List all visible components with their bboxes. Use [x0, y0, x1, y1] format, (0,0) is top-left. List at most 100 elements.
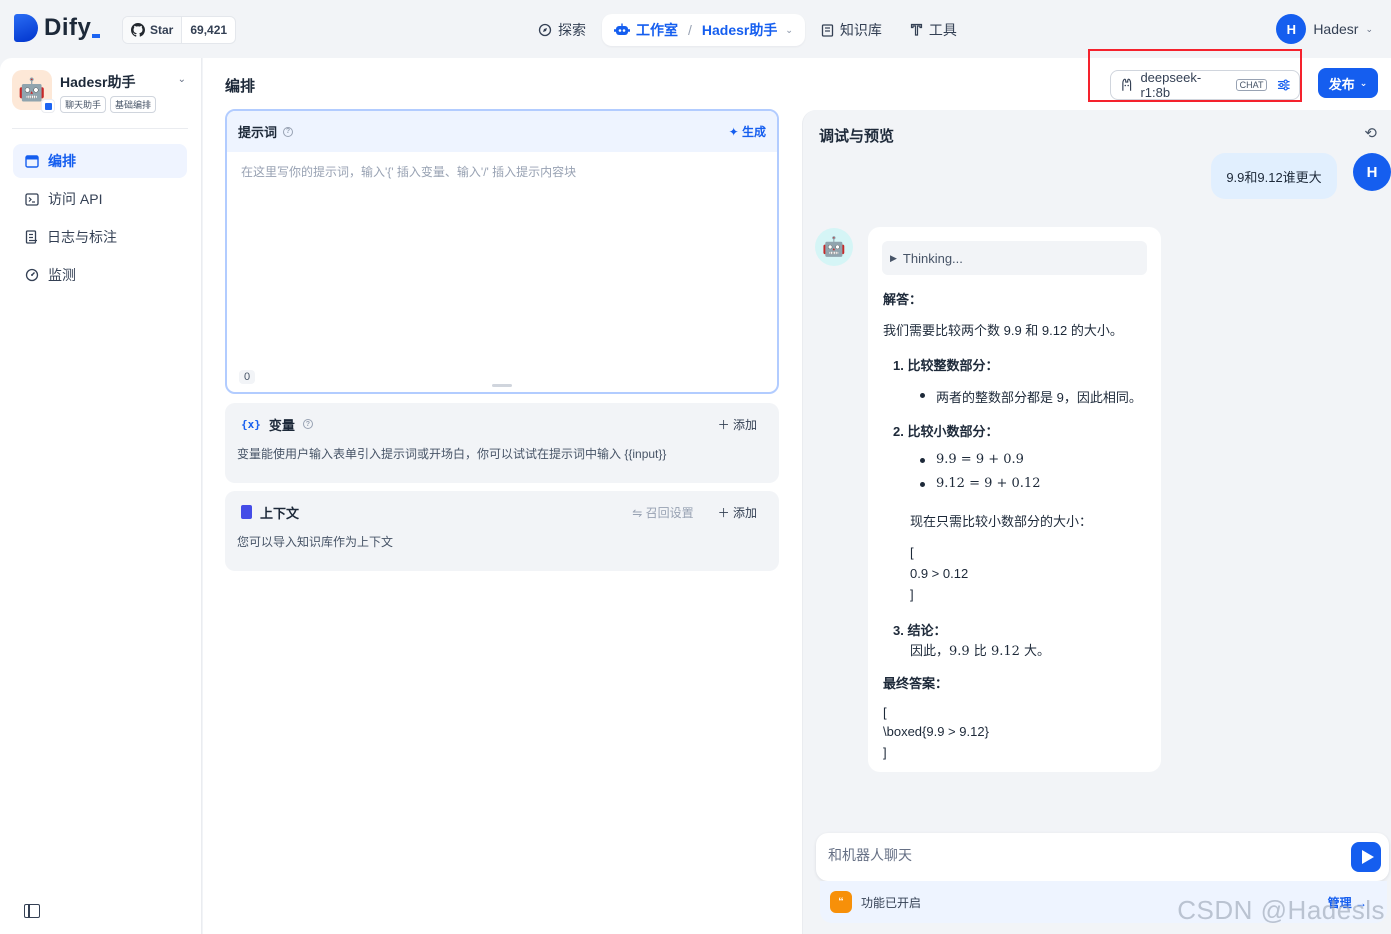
- publish-label: 发布: [1328, 76, 1355, 92]
- final-expression: \boxed{9.9 > 9.12}: [883, 724, 989, 739]
- publish-button[interactable]: 发布 ⌄: [1318, 68, 1378, 98]
- sidebar-menu: 编排 访问 API 日志与标注 监测: [13, 144, 187, 296]
- context-title: 上下文: [241, 503, 299, 522]
- context-card: 上下文 ⇋ 召回设置 ＋ 添加 您可以导入知识库作为上下文: [225, 491, 779, 571]
- variables-card: {x} 变量 ? ＋ 添加 变量能使用户输入表单引入提示词或开场白，你可以试试在…: [225, 403, 779, 483]
- nav-explore[interactable]: 探索: [526, 14, 598, 46]
- retrieval-settings-button[interactable]: ⇋ 召回设置: [632, 504, 693, 521]
- chat-type-icon: [41, 99, 55, 113]
- user-avatar: H: [1353, 153, 1391, 191]
- step1-title: 1. 比较整数部分：: [893, 358, 999, 373]
- compass-icon: [538, 23, 552, 37]
- step3-title: 3. 结论：: [893, 623, 947, 638]
- document-icon: [25, 230, 37, 244]
- bracket-close: ]: [910, 587, 914, 602]
- variables-header: {x} 变量 ? ＋ 添加: [225, 403, 779, 445]
- user-name: Hadesr: [1313, 21, 1359, 37]
- sidebar-item-orchestrate[interactable]: 编排: [13, 144, 187, 178]
- variables-description: 变量能使用户输入表单引入提示词或开场白，你可以试试在提示词中输入 {{input…: [237, 447, 667, 461]
- variables-title: {x} 变量 ?: [241, 415, 313, 434]
- user-avatar[interactable]: H: [1276, 14, 1307, 44]
- robot-icon: [614, 23, 630, 35]
- help-icon[interactable]: ?: [283, 126, 294, 137]
- watermark: CSDN @Hadesls: [1177, 895, 1385, 925]
- bracket-close: ]: [883, 745, 887, 760]
- variable-icon: {x}: [241, 417, 261, 431]
- nav-explore-label: 探索: [558, 22, 586, 38]
- plus-icon: ＋: [717, 417, 733, 432]
- final-title: 最终答案：: [883, 676, 949, 691]
- github-star-count[interactable]: 69,421: [182, 17, 235, 43]
- nav-knowledge[interactable]: 知识库: [809, 14, 894, 46]
- refresh-icon[interactable]: ⟲: [1364, 124, 1377, 142]
- divider: [12, 128, 188, 129]
- bullet-dot: [920, 458, 925, 463]
- chevron-down-icon: ⌄: [1365, 23, 1373, 34]
- resize-handle[interactable]: [492, 384, 512, 387]
- dify-logo-mark: [14, 14, 38, 42]
- dify-logo[interactable]: Dify: [14, 14, 101, 42]
- help-icon[interactable]: ?: [302, 419, 313, 429]
- step3-text: 因此，9.9 比 9.12 大。: [910, 644, 1051, 659]
- context-header: 上下文 ⇋ 召回设置 ＋ 添加: [225, 491, 779, 533]
- github-star-label: Star: [150, 23, 174, 37]
- prompt-input[interactable]: 在这里写你的提示词，输入'{' 插入变量、输入'/' 插入提示内容块: [227, 152, 777, 191]
- chat-input[interactable]: [828, 847, 1328, 863]
- thinking-label: Thinking...: [902, 250, 963, 266]
- context-title-label: 上下文: [260, 505, 300, 521]
- sidebar-item-label: 监测: [48, 267, 76, 283]
- robot-emoji-icon: 🤖: [822, 237, 846, 258]
- sidebar-item-monitor[interactable]: 监测: [13, 258, 187, 292]
- add-variable-button[interactable]: ＋ 添加: [718, 416, 757, 433]
- nav-current-app[interactable]: Hadesr助手: [702, 20, 777, 40]
- send-button[interactable]: [1351, 842, 1381, 872]
- chat-input-box: [816, 833, 1389, 881]
- annotation-highlight-box: [1088, 49, 1302, 102]
- add-label: 添加: [732, 505, 757, 520]
- add-label: 添加: [732, 417, 757, 432]
- sidebar-collapse-icon[interactable]: [24, 904, 40, 918]
- preview-title: 调试与预览: [819, 128, 895, 145]
- caret-right-icon: ▶: [890, 252, 897, 263]
- nav-separator: /: [688, 22, 692, 38]
- sidebar-item-api[interactable]: 访问 API: [13, 182, 187, 216]
- plus-icon: ＋: [717, 505, 733, 520]
- variables-actions: ＋ 添加: [718, 416, 757, 433]
- logo-text: Dify: [44, 14, 92, 41]
- github-star-widget[interactable]: Star 69,421: [122, 16, 237, 44]
- document-icon: [241, 505, 252, 519]
- prompt-title: 提示词 ?: [238, 122, 294, 141]
- bullet-dot: [920, 393, 925, 398]
- add-context-button[interactable]: ＋ 添加: [718, 504, 757, 521]
- feature-label: 功能已开启: [861, 895, 922, 910]
- step1-bullet: 两者的整数部分都是 9，因此相同。: [936, 390, 1142, 405]
- variables-title-label: 变量: [268, 417, 295, 433]
- book-icon: [821, 23, 834, 37]
- nav-tools[interactable]: 工具: [898, 14, 969, 46]
- user-menu[interactable]: H Hadesr ⌄: [1276, 14, 1373, 44]
- step2-bullet: 9.12 = 9 + 0.12: [936, 476, 1041, 491]
- prompt-editor-card[interactable]: 提示词 ? ✦ 生成 在这里写你的提示词，输入'{' 插入变量、输入'/' 插入…: [225, 109, 779, 394]
- prompt-header: 提示词 ? ✦ 生成: [227, 111, 777, 152]
- thinking-toggle[interactable]: ▶ Thinking...: [882, 241, 1147, 275]
- page-title: 编排: [225, 78, 256, 95]
- bot-answer: ▶ Thinking... 解答： 我们需要比较两个数 9.9 和 9.12 的…: [868, 227, 1161, 772]
- debug-preview-panel: 调试与预览 ⟲ 9.9和9.12谁更大 H 🤖 ▶ Thinking... 解答…: [802, 110, 1391, 934]
- answer-heading: 解答：: [883, 292, 923, 307]
- github-star-button[interactable]: Star: [123, 17, 183, 43]
- app-tag: 基础编排: [110, 96, 157, 113]
- chevron-down-icon[interactable]: ⌄: [785, 25, 793, 36]
- chevron-down-icon[interactable]: ⌄: [178, 74, 186, 85]
- bullet-dot: [920, 482, 925, 487]
- dashboard-icon: [25, 268, 39, 282]
- app-switcher[interactable]: 🤖 Hadesr助手 聊天助手 基础编排 ⌄: [12, 70, 190, 125]
- sparkle-icon: ✦: [728, 125, 739, 139]
- feature-icon: “: [830, 891, 852, 913]
- generate-label: 生成: [741, 125, 766, 139]
- bracket-open: [: [883, 705, 887, 720]
- nav-studio[interactable]: 工作室 / Hadesr助手 ⌄: [602, 14, 805, 46]
- tool-icon: [910, 23, 923, 36]
- sidebar-item-logs[interactable]: 日志与标注: [13, 220, 187, 254]
- settings-icon: ⇋: [632, 505, 646, 520]
- generate-button[interactable]: ✦ 生成: [729, 123, 766, 140]
